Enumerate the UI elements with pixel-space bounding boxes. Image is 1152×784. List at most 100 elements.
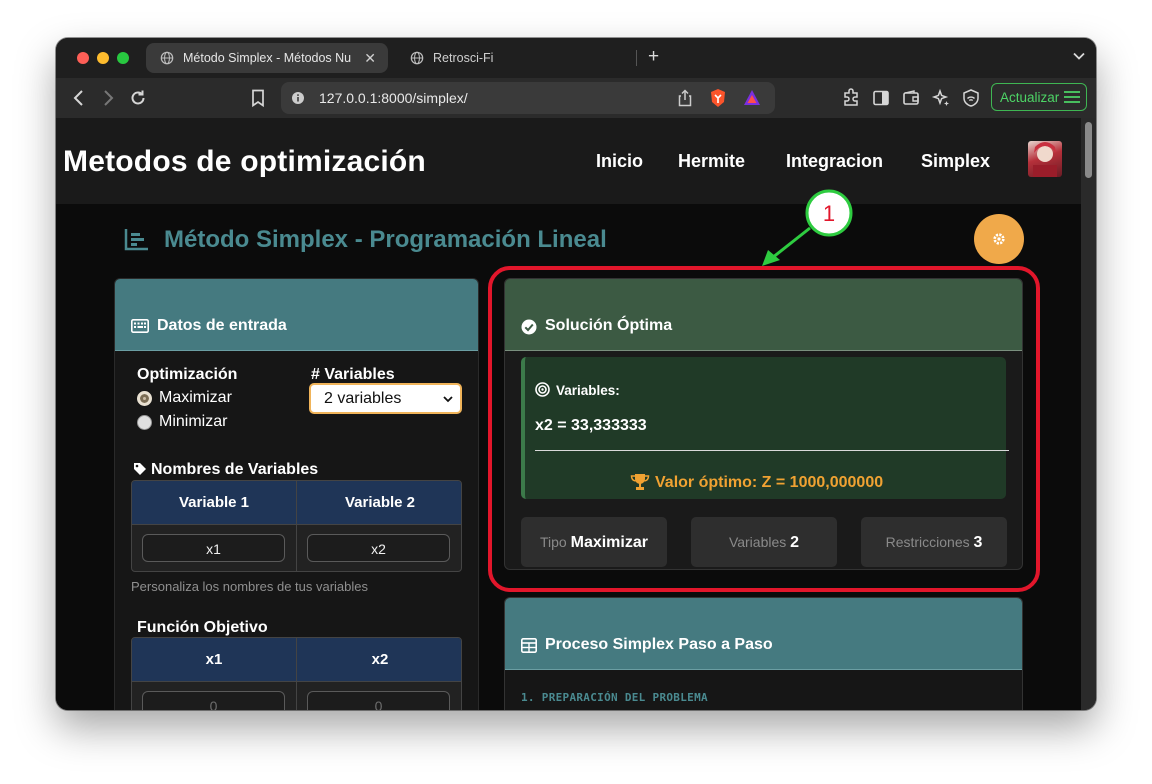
stat-variables: Variables 2	[691, 517, 837, 567]
gear-icon	[993, 233, 1005, 245]
site-info-icon[interactable]	[291, 91, 305, 105]
tab-divider	[636, 50, 637, 66]
nav-link-simplex[interactable]: Simplex	[921, 151, 990, 172]
process-step-title: 1. PREPARACIÓN DEL PROBLEMA	[521, 691, 708, 704]
optimization-label: Optimización	[137, 366, 238, 383]
variable-names-hint: Personaliza los nombres de tus variables	[131, 579, 369, 594]
brave-rewards-icon[interactable]	[743, 89, 761, 107]
variables-label: Variables:	[556, 383, 620, 398]
variables-count-value: 2 variables	[324, 390, 402, 407]
close-tab-icon[interactable]: ✕	[364, 50, 376, 67]
solution-result-box: Variables: x2 = 33,333333 Valor óptimo: …	[521, 357, 1009, 499]
globe-icon	[160, 51, 174, 65]
variables-count-label: # Variables	[311, 366, 395, 383]
scrollbar-track[interactable]	[1081, 118, 1096, 710]
close-window-button[interactable]	[77, 52, 89, 64]
variable-name-input-2[interactable]: x2	[307, 534, 450, 562]
address-bar[interactable]: 127.0.0.1:8000/simplex/	[281, 82, 775, 114]
tab-simplex[interactable]: Método Simplex - Métodos Nu ✕	[146, 43, 388, 73]
site-brand[interactable]: Metodos de optimización	[63, 145, 426, 179]
zoom-window-button[interactable]	[117, 52, 129, 64]
new-tab-button[interactable]: +	[648, 46, 659, 68]
scrollbar-thumb[interactable]	[1085, 122, 1092, 178]
process-card-header: Proceso Simplex Paso a Paso	[505, 598, 1022, 670]
check-circle-icon	[521, 319, 537, 335]
nav-link-hermite[interactable]: Hermite	[678, 151, 745, 172]
divider	[535, 450, 1009, 451]
nav-link-integracion[interactable]: Integracion	[786, 151, 883, 172]
table-cell: x1	[132, 524, 297, 571]
tab-title: Retrosci-Fi	[433, 51, 494, 65]
chevron-down-icon[interactable]	[1072, 49, 1086, 63]
variable-names-label: Nombres de Variables	[151, 461, 319, 478]
site-navbar: Metodos de optimización Inicio Hermite I…	[56, 118, 1081, 204]
table-header: x1	[132, 638, 297, 681]
radio-minimizar[interactable]	[137, 415, 152, 430]
trophy-icon	[630, 474, 650, 490]
update-button[interactable]: Actualizar	[991, 83, 1087, 111]
keyboard-icon	[131, 319, 149, 333]
table-cell: 0	[132, 681, 297, 710]
objective-function-table: x1 x2 0 0	[131, 637, 462, 710]
share-icon[interactable]	[677, 89, 693, 107]
table-header: Variable 1	[132, 481, 297, 524]
optimal-value: Valor óptimo: Z = 1000,000000	[655, 474, 884, 491]
update-label: Actualizar	[1000, 90, 1060, 105]
solution-card-header: Solución Óptima	[505, 279, 1022, 351]
browser-window: Método Simplex - Métodos Nu ✕ Retrosci-F…	[56, 38, 1096, 710]
stat-tipo: Tipo Maximizar	[521, 517, 667, 567]
nav-link-inicio[interactable]: Inicio	[596, 151, 643, 172]
user-avatar[interactable]	[1028, 141, 1062, 177]
radio-maximizar-label[interactable]: Maximizar	[159, 389, 232, 407]
objective-coef-input-1[interactable]: 0	[142, 691, 285, 710]
solution-card: Solución Óptima Variables: x2 = 33,33333…	[504, 278, 1023, 570]
solution-variable-value: x2 = 33,333333	[535, 417, 647, 434]
stat-restricciones: Restricciones 3	[861, 517, 1007, 567]
menu-icon	[1064, 91, 1080, 103]
wallet-icon[interactable]	[901, 88, 921, 108]
forward-icon[interactable]	[98, 88, 118, 108]
stat-value: 3	[973, 534, 983, 551]
stat-value: Maximizar	[570, 534, 648, 551]
page-viewport: Metodos de optimización Inicio Hermite I…	[56, 118, 1081, 710]
input-card-title: Datos de entrada	[157, 317, 287, 334]
target-icon	[535, 382, 550, 397]
table-cell: 0	[297, 681, 461, 710]
vpn-shield-icon[interactable]	[961, 88, 981, 108]
extensions-icon[interactable]	[841, 88, 861, 108]
stat-value: 2	[790, 534, 800, 551]
bookmark-icon[interactable]	[248, 88, 268, 108]
tab-retrosci-fi[interactable]: Retrosci-Fi	[396, 43, 636, 73]
radio-minimizar-label[interactable]: Minimizar	[159, 413, 227, 431]
url-text: 127.0.0.1:8000/simplex/	[319, 90, 468, 106]
variable-names-table: Variable 1 Variable 2 x1 x2	[131, 480, 462, 572]
brave-shield-icon[interactable]	[709, 88, 727, 108]
input-card: Datos de entrada Optimización Maximizar …	[114, 278, 479, 710]
minimize-window-button[interactable]	[97, 52, 109, 64]
stat-label: Tipo	[540, 534, 567, 550]
back-icon[interactable]	[69, 88, 89, 108]
reload-icon[interactable]	[128, 88, 148, 108]
tab-bar: Método Simplex - Métodos Nu ✕ Retrosci-F…	[56, 38, 1096, 78]
table-header: Variable 2	[297, 481, 461, 524]
variables-count-select[interactable]: 2 variables	[309, 383, 462, 414]
stat-label: Restricciones	[885, 534, 970, 550]
table-icon	[521, 638, 537, 653]
process-card-title: Proceso Simplex Paso a Paso	[545, 636, 773, 653]
tag-icon	[134, 463, 146, 475]
solution-card-title: Solución Óptima	[545, 317, 673, 334]
objective-function-label: Función Objetivo	[137, 619, 268, 636]
table-header: x2	[297, 638, 461, 681]
input-card-header: Datos de entrada	[115, 279, 478, 351]
settings-button[interactable]	[974, 214, 1024, 264]
table-cell: x2	[297, 524, 461, 571]
chevron-down-icon	[443, 396, 453, 403]
variable-name-input-1[interactable]: x1	[142, 534, 285, 562]
objective-coef-input-2[interactable]: 0	[307, 691, 450, 710]
radio-maximizar[interactable]	[137, 391, 152, 406]
sidebar-icon[interactable]	[871, 88, 891, 108]
ai-sparkle-icon[interactable]	[931, 88, 951, 108]
stat-label: Variables	[728, 534, 787, 550]
browser-toolbar: 127.0.0.1:8000/simplex/ Actualizar	[56, 78, 1096, 118]
tab-title: Método Simplex - Métodos Nu	[183, 51, 352, 65]
